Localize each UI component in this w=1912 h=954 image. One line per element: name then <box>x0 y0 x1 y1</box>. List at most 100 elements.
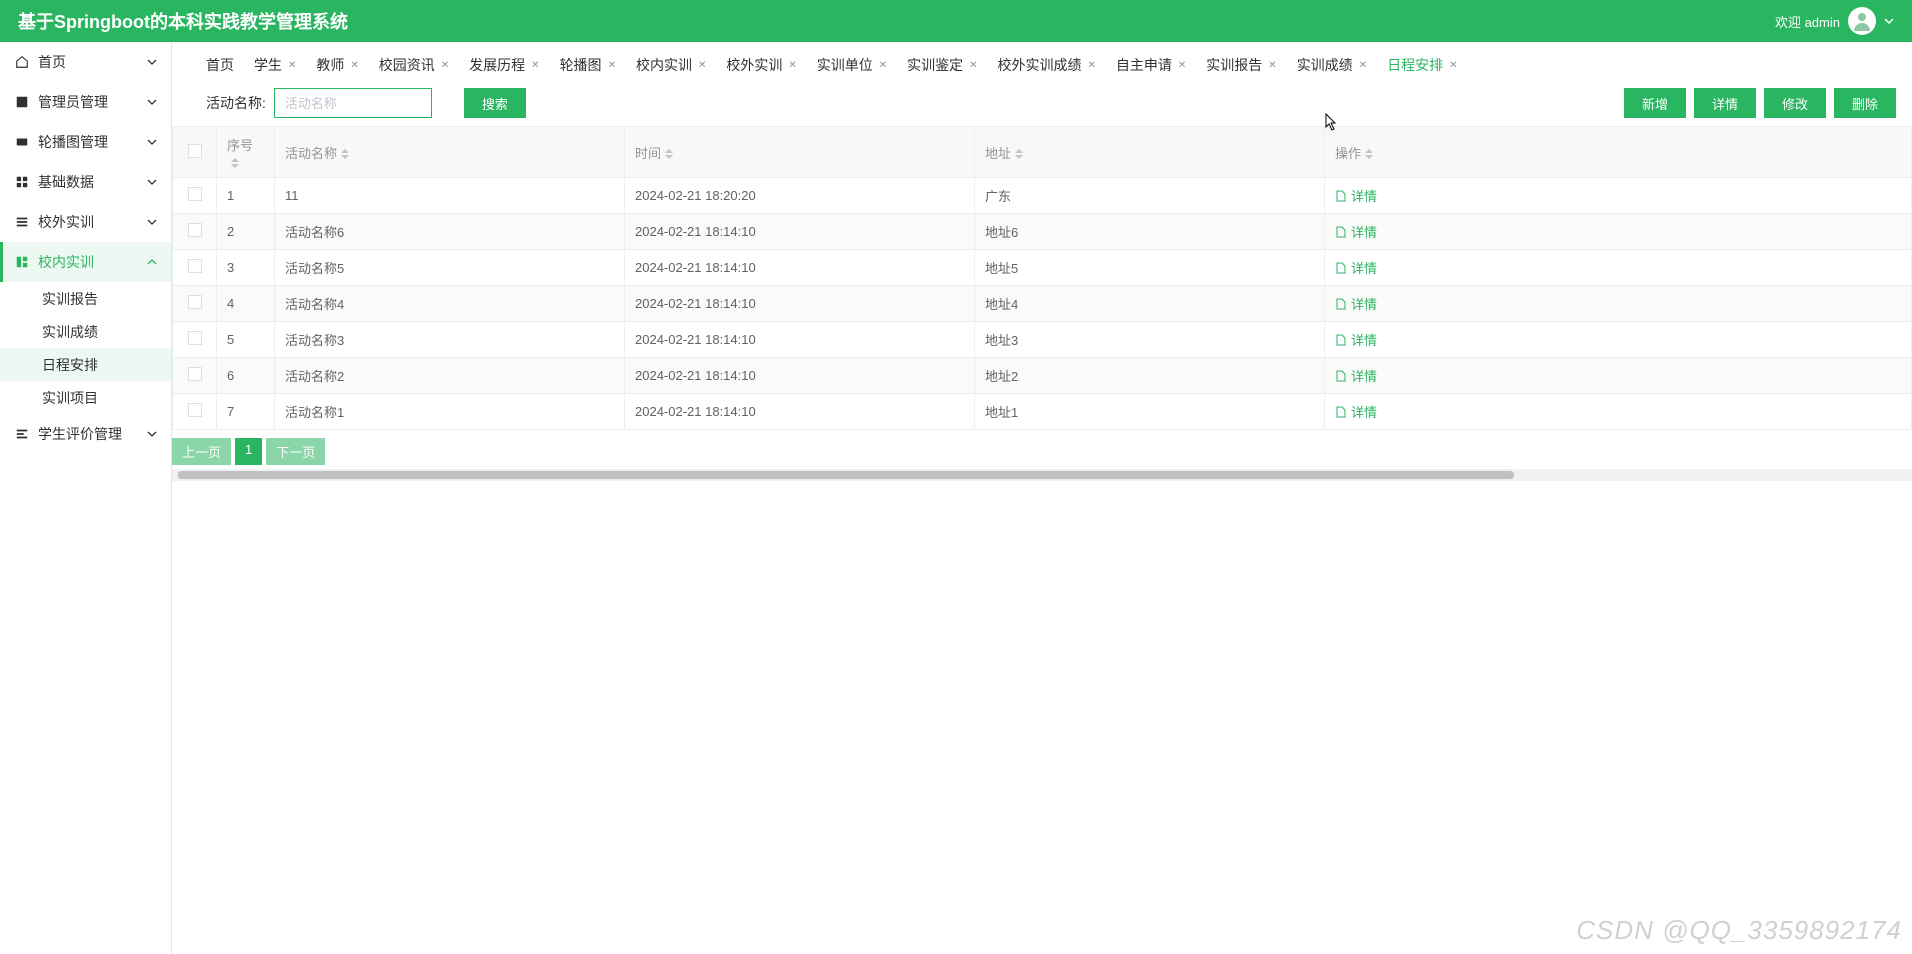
search-button[interactable]: 搜索 <box>464 88 526 118</box>
tab[interactable]: 教师 ✕ <box>316 51 358 79</box>
col-op[interactable]: 操作 <box>1325 127 1912 178</box>
tab[interactable]: 校外实训成绩✕ <box>998 51 1096 79</box>
close-icon[interactable]: ✕ <box>879 60 887 71</box>
tab-label: 实训单位 <box>817 55 873 75</box>
row-checkbox[interactable] <box>188 367 202 381</box>
close-icon[interactable]: ✕ <box>698 60 706 71</box>
search-input[interactable] <box>274 88 432 118</box>
chevron-up-icon <box>147 257 157 267</box>
close-icon[interactable]: ✕ <box>531 60 539 71</box>
sidebar-item-internal[interactable]: 校内实训 <box>0 242 171 282</box>
close-icon[interactable]: ✕ <box>350 60 358 71</box>
row-checkbox[interactable] <box>188 223 202 237</box>
sidebar-item-carousel[interactable]: 轮播图管理 <box>0 122 171 162</box>
row-detail-link[interactable]: 详情 <box>1335 330 1377 349</box>
pagination: 上一页 1 下一页 <box>172 430 1912 469</box>
tab[interactable]: 自主申请✕ <box>1116 51 1186 79</box>
sidebar-item-base[interactable]: 基础数据 <box>0 162 171 202</box>
user-menu[interactable]: 欢迎 admin <box>1775 7 1894 35</box>
sort-icon <box>341 149 349 159</box>
sort-icon <box>1365 149 1373 159</box>
app-title: 基于Springboot的本科实践教学管理系统 <box>18 8 1775 34</box>
tab[interactable]: 校内实训✕ <box>636 51 706 79</box>
row-checkbox[interactable] <box>188 295 202 309</box>
row-detail-link[interactable]: 详情 <box>1335 294 1377 313</box>
close-icon[interactable]: ✕ <box>608 60 616 71</box>
row-checkbox[interactable] <box>188 187 202 201</box>
table-row: 3活动名称52024-02-21 18:14:10地址5详情 <box>173 250 1912 286</box>
sidebar-item-admin[interactable]: 管理员管理 <box>0 82 171 122</box>
tab[interactable]: 校外实训✕ <box>726 51 796 79</box>
internal-icon <box>14 254 30 270</box>
cell-time: 2024-02-21 18:14:10 <box>625 358 975 394</box>
document-icon <box>1335 262 1347 274</box>
sidebar-item-label: 校外实训 <box>38 212 147 232</box>
col-seq[interactable]: 序号 <box>217 127 275 178</box>
admin-icon <box>14 94 30 110</box>
row-detail-link[interactable]: 详情 <box>1335 222 1377 241</box>
sidebar-item-label: 基础数据 <box>38 172 147 192</box>
sidebar-subitem[interactable]: 实训成绩 <box>0 315 171 348</box>
row-checkbox[interactable] <box>188 259 202 273</box>
document-icon <box>1335 298 1347 310</box>
base-icon <box>14 174 30 190</box>
avatar <box>1848 7 1876 35</box>
tab[interactable]: 轮播图✕ <box>560 51 616 79</box>
table-row: 5活动名称32024-02-21 18:14:10地址3详情 <box>173 322 1912 358</box>
cell-seq: 2 <box>217 214 275 250</box>
cell-name: 11 <box>275 178 625 214</box>
row-detail-link[interactable]: 详情 <box>1335 258 1377 277</box>
row-detail-link[interactable]: 详情 <box>1335 186 1377 205</box>
select-all-checkbox[interactable] <box>188 144 202 158</box>
main-content: 首页学生✕教师✕校园资讯✕发展历程✕轮播图✕校内实训✕校外实训✕实训单位✕实训鉴… <box>172 42 1912 954</box>
table-row: 1112024-02-21 18:20:20广东详情 <box>173 178 1912 214</box>
close-icon[interactable]: ✕ <box>1449 60 1457 71</box>
sidebar-subitem[interactable]: 实训项目 <box>0 381 171 414</box>
row-checkbox[interactable] <box>188 403 202 417</box>
col-addr[interactable]: 地址 <box>975 127 1325 178</box>
tab-label: 发展历程 <box>469 55 525 75</box>
page-1-button[interactable]: 1 <box>235 438 262 465</box>
tab[interactable]: 实训单位 ✕ <box>817 51 887 79</box>
tab[interactable]: 日程安排✕ <box>1387 51 1457 79</box>
delete-button[interactable]: 删除 <box>1834 88 1896 118</box>
tab[interactable]: 发展历程 ✕ <box>469 51 539 79</box>
tab[interactable]: 学生✕ <box>254 51 296 79</box>
document-icon <box>1335 334 1347 346</box>
col-name[interactable]: 活动名称 <box>275 127 625 178</box>
sidebar-item-external[interactable]: 校外实训 <box>0 202 171 242</box>
chevron-down-icon <box>147 429 157 439</box>
tab[interactable]: 实训报告✕ <box>1206 51 1276 79</box>
sidebar-item-eval[interactable]: 学生评价管理 <box>0 414 171 454</box>
close-icon[interactable]: ✕ <box>288 60 296 71</box>
close-icon[interactable]: ✕ <box>788 60 796 71</box>
row-checkbox[interactable] <box>188 331 202 345</box>
close-icon[interactable]: ✕ <box>969 60 977 71</box>
horizontal-scrollbar[interactable] <box>172 469 1912 481</box>
next-page-button[interactable]: 下一页 <box>266 438 325 465</box>
sidebar-subitem[interactable]: 实训报告 <box>0 282 171 315</box>
edit-button[interactable]: 修改 <box>1764 88 1826 118</box>
col-time[interactable]: 时间 <box>625 127 975 178</box>
tab[interactable]: 首页 <box>206 51 234 79</box>
tab[interactable]: 实训鉴定✕ <box>907 51 977 79</box>
sidebar-item-home[interactable]: 首页 <box>0 42 171 82</box>
close-icon[interactable]: ✕ <box>1359 60 1367 71</box>
tab[interactable]: 校园资讯✕ <box>379 51 449 79</box>
close-icon[interactable]: ✕ <box>1268 60 1276 71</box>
close-icon[interactable]: ✕ <box>441 60 449 71</box>
cell-addr: 地址2 <box>975 358 1325 394</box>
tab[interactable]: 实训成绩✕ <box>1297 51 1367 79</box>
prev-page-button[interactable]: 上一页 <box>172 438 231 465</box>
cell-time: 2024-02-21 18:14:10 <box>625 286 975 322</box>
close-icon[interactable]: ✕ <box>1178 60 1186 71</box>
close-icon[interactable]: ✕ <box>1088 60 1096 71</box>
scrollbar-thumb[interactable] <box>178 471 1514 479</box>
detail-button[interactable]: 详情 <box>1694 88 1756 118</box>
row-detail-link[interactable]: 详情 <box>1335 402 1377 421</box>
add-button[interactable]: 新增 <box>1624 88 1686 118</box>
sidebar-subitem[interactable]: 日程安排 <box>0 348 171 381</box>
tab-label: 教师 <box>316 55 344 75</box>
cell-addr: 地址4 <box>975 286 1325 322</box>
row-detail-link[interactable]: 详情 <box>1335 366 1377 385</box>
